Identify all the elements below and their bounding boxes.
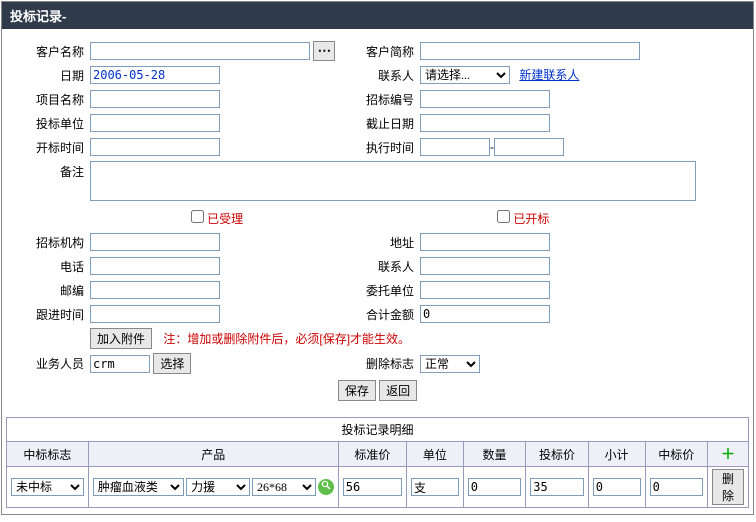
label-del-flag: 删除标志 [347, 351, 417, 376]
follow-time-input[interactable] [90, 305, 220, 323]
label-proj-name: 项目名称 [12, 87, 87, 111]
total-amt-input[interactable] [420, 305, 550, 323]
label-address: 地址 [347, 230, 417, 254]
remark-textarea[interactable] [90, 161, 696, 201]
label-staff: 业务人员 [12, 351, 87, 376]
grid-data-row: 未中标 肿瘤血液类 力援 26*68 删除 [7, 467, 749, 508]
attach-note: 注：增加或删除附件后，必须[保存]才能生效。 [163, 332, 410, 346]
label-agency: 招标机构 [12, 230, 87, 254]
opened-checkbox[interactable] [497, 210, 510, 223]
address-input[interactable] [420, 233, 550, 251]
contact2-input[interactable] [420, 257, 550, 275]
col-product: 产品 [88, 442, 338, 467]
contact-select[interactable]: 请选择... [420, 66, 510, 84]
row-qty-input[interactable] [468, 478, 521, 496]
row-prod2-select[interactable]: 力援 [186, 478, 250, 496]
agency-input[interactable] [90, 233, 220, 251]
row-prod1-select[interactable]: 肿瘤血液类 [93, 478, 184, 496]
label-cust-short: 客户简称 [347, 39, 417, 63]
row-subtotal-input[interactable] [593, 478, 641, 496]
row-prod3-select[interactable]: 26*68 [252, 478, 316, 496]
cust-name-input[interactable] [90, 42, 310, 60]
label-contact: 联系人 [347, 63, 417, 87]
bid-no-input[interactable] [420, 90, 550, 108]
del-flag-select[interactable]: 正常 [420, 355, 480, 373]
cust-lookup-button[interactable]: ⋯ [313, 41, 335, 61]
bid-unit-input[interactable] [90, 114, 220, 132]
zip-input[interactable] [90, 281, 220, 299]
save-button[interactable]: 保存 [338, 380, 376, 401]
cust-short-input[interactable] [420, 42, 640, 60]
grid-title: 投标记录明细 [6, 417, 749, 441]
staff-input[interactable] [90, 355, 150, 373]
exec-time-from-input[interactable] [420, 138, 490, 156]
row-win-flag-select[interactable]: 未中标 [11, 478, 84, 496]
row-delete-button[interactable]: 删除 [712, 469, 744, 505]
label-follow-time: 跟进时间 [12, 302, 87, 326]
label-zip: 邮编 [12, 278, 87, 302]
label-contact2: 联系人 [347, 254, 417, 278]
phone-input[interactable] [90, 257, 220, 275]
col-win-price: 中标价 [645, 442, 707, 467]
add-row-icon[interactable]: ＋ [721, 446, 735, 462]
page-title: 投标记录- [2, 2, 753, 29]
label-total-amt: 合计金额 [347, 302, 417, 326]
label-cust-name: 客户名称 [12, 39, 87, 63]
new-contact-link[interactable]: 新建联系人 [519, 68, 579, 82]
proj-name-input[interactable] [90, 90, 220, 108]
col-subtotal: 小计 [588, 442, 645, 467]
label-phone: 电话 [12, 254, 87, 278]
label-open-time: 开标时间 [12, 135, 87, 159]
row-win-price-input[interactable] [650, 478, 703, 496]
label-bid-unit: 投标单位 [12, 111, 87, 135]
col-std-price: 标准价 [338, 442, 406, 467]
accepted-checkbox[interactable] [191, 210, 204, 223]
label-exec-time: 执行时间 [347, 135, 417, 159]
label-remark: 备注 [12, 159, 87, 206]
add-attach-button[interactable]: 加入附件 [90, 328, 152, 349]
label-entrust-unit: 委托单位 [347, 278, 417, 302]
entrust-unit-input[interactable] [420, 281, 550, 299]
label-deadline: 截止日期 [347, 111, 417, 135]
col-win-flag: 中标标志 [7, 442, 89, 467]
grid-header-row: 中标标志 产品 标准价 单位 数量 投标价 小计 中标价 ＋ [7, 442, 749, 467]
label-bid-no: 招标编号 [347, 87, 417, 111]
row-std-price-input[interactable] [343, 478, 402, 496]
col-bid-price: 投标价 [526, 442, 588, 467]
deadline-input[interactable] [420, 114, 550, 132]
date-input[interactable] [90, 66, 220, 84]
exec-time-to-input[interactable] [494, 138, 564, 156]
opened-label: 已开标 [513, 212, 549, 226]
col-qty: 数量 [463, 442, 525, 467]
open-time-input[interactable] [90, 138, 220, 156]
row-unit-input[interactable] [411, 478, 459, 496]
label-date: 日期 [12, 63, 87, 87]
search-icon[interactable] [318, 479, 334, 495]
col-unit: 单位 [406, 442, 463, 467]
choose-staff-button[interactable]: 选择 [153, 353, 191, 374]
accepted-label: 已受理 [207, 212, 243, 226]
back-button[interactable]: 返回 [379, 380, 417, 401]
row-bid-price-input[interactable] [530, 478, 583, 496]
